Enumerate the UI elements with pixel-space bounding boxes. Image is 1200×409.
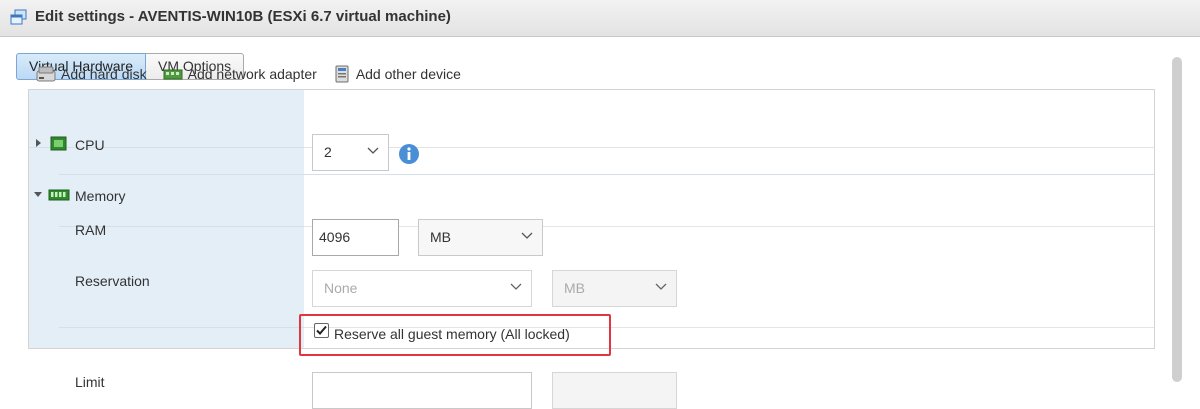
reserve-all-memory-checkbox[interactable] [314, 323, 329, 338]
network-adapter-icon [163, 69, 183, 80]
window-title: Edit settings - AVENTIS-WIN10B (ESXi 6.7… [35, 8, 451, 25]
collapse-memory-arrow[interactable] [34, 192, 42, 197]
ram-unit-value: MB [430, 229, 451, 245]
reservation-value: None [324, 280, 358, 296]
hardware-toolbar: Add hard disk Add network adapter Add ot… [36, 64, 477, 84]
ram-value: 4096 [319, 229, 351, 245]
vm-window-icon [10, 9, 27, 25]
dialog-scrollbar[interactable] [1172, 57, 1182, 382]
limit-select[interactable] [312, 372, 532, 409]
hard-disk-icon [36, 66, 56, 82]
settings-label-column [29, 90, 304, 348]
row-divider [304, 147, 1154, 148]
ram-unit-select[interactable]: MB [418, 219, 543, 256]
memory-icon [48, 189, 70, 201]
window-titlebar: Edit settings - AVENTIS-WIN10B (ESXi 6.7… [0, 0, 1200, 37]
add-network-adapter-label: Add network adapter [187, 66, 317, 82]
add-other-device-label: Add other device [355, 66, 461, 82]
cpu-icon [50, 136, 67, 151]
add-other-device-button[interactable]: Add other device [333, 65, 461, 83]
reservation-label: Reservation [75, 273, 150, 289]
reservation-unit-value: MB [564, 280, 585, 296]
settings-grid [28, 89, 1155, 349]
expand-cpu-arrow[interactable] [36, 139, 41, 147]
cpu-count-select[interactable]: 2 [312, 134, 389, 171]
limit-unit-select[interactable] [552, 372, 677, 409]
chevron-down-icon [655, 283, 667, 290]
cpu-count-value: 2 [324, 144, 332, 160]
memory-label: Memory [75, 188, 126, 204]
ram-label: RAM [75, 222, 107, 238]
chevron-down-icon [521, 232, 533, 239]
info-icon[interactable] [398, 143, 420, 165]
cpu-label: CPU [75, 137, 105, 153]
add-hard-disk-label: Add hard disk [61, 66, 147, 82]
chevron-down-icon [510, 283, 522, 290]
chevron-down-icon [367, 147, 379, 154]
reserve-all-memory-label: Reserve all guest memory (All locked) [334, 326, 570, 342]
add-hard-disk-button[interactable]: Add hard disk [36, 65, 147, 83]
reservation-unit-select[interactable]: MB [552, 270, 677, 307]
reservation-select[interactable]: None [312, 270, 532, 307]
limit-label: Limit [75, 374, 105, 390]
row-divider [59, 174, 1154, 175]
row-divider [29, 147, 304, 148]
add-network-adapter-button[interactable]: Add network adapter [163, 65, 317, 83]
ram-input[interactable]: 4096 [312, 219, 399, 256]
other-device-icon [335, 65, 349, 83]
checkmark-icon [316, 325, 327, 335]
